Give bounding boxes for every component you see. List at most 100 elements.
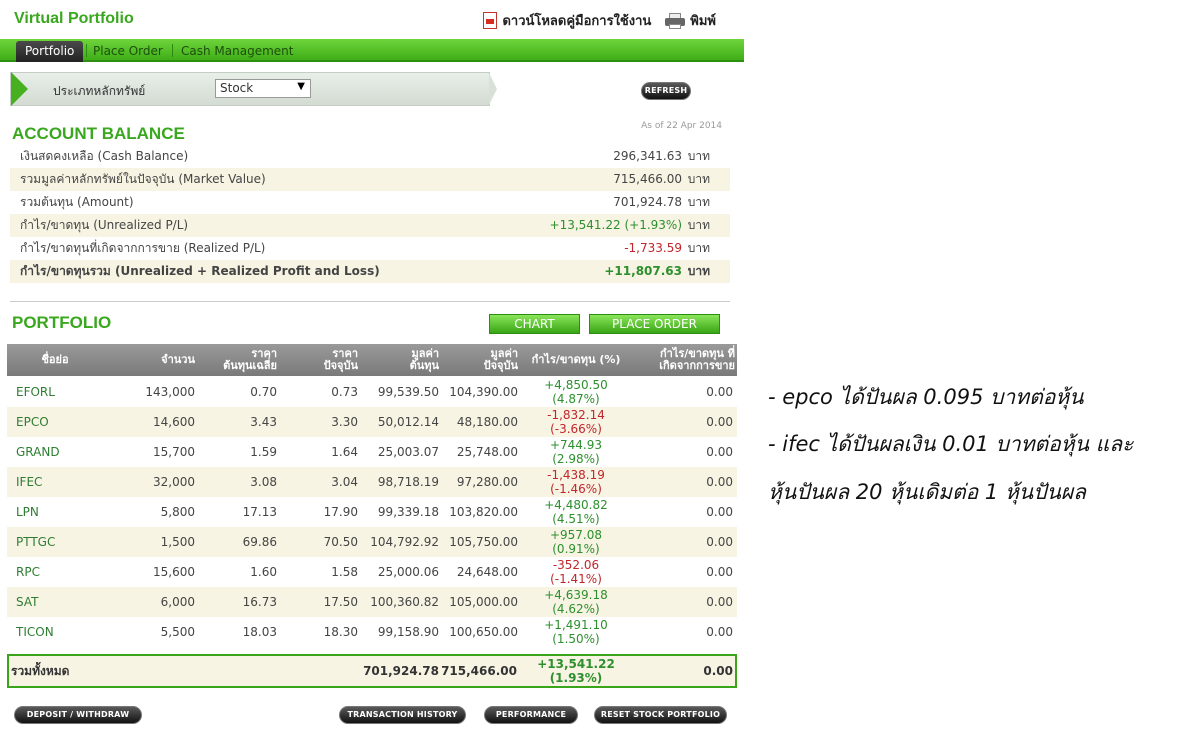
pl-amount: -352.06 <box>552 558 600 572</box>
table-row[interactable]: SAT 6,000 16.73 17.50 100,360.82 105,000… <box>7 587 737 617</box>
security-type-value: Stock <box>220 81 254 95</box>
cell-unrealized-pl: -352.06 (-1.41%) <box>523 557 629 587</box>
cell-volume: 15,700 <box>153 445 195 459</box>
pl-amount: -1,832.14 <box>547 408 605 422</box>
security-type-filter: ประเภทหลักทรัพย์ Stock ▼ <box>10 72 497 106</box>
security-type-select[interactable]: Stock ▼ <box>215 79 311 98</box>
cell-market-value: 25,748.00 <box>456 445 518 459</box>
refresh-button[interactable]: REFRESH <box>641 82 691 100</box>
cell-symbol[interactable]: LPN <box>16 497 106 527</box>
cell-cost-value: 99,339.18 <box>377 505 439 519</box>
app-title: Virtual Portfolio <box>14 10 134 27</box>
cell-symbol[interactable]: EPCO <box>16 407 106 437</box>
col-unrealized-pl[interactable]: กำไร/ขาดทุน (%) <box>523 344 629 376</box>
table-row[interactable]: GRAND 15,700 1.59 1.64 25,003.07 25,748.… <box>7 437 737 467</box>
total-pl-amount: +13,541.22 <box>537 657 615 671</box>
table-row[interactable]: LPN 5,800 17.13 17.90 99,339.18 103,820.… <box>7 497 737 527</box>
col-volume[interactable]: จำนวน <box>117 344 195 376</box>
col-realized-pl[interactable]: กำไร/ขาดทุน ที่ เกิดจากการขาย <box>639 344 735 376</box>
cell-volume: 5,800 <box>160 505 195 519</box>
cell-realized-pl: 0.00 <box>706 595 733 609</box>
tab-cash-management[interactable]: Cash Management <box>181 41 293 62</box>
cell-cost-value: 98,718.19 <box>377 475 439 489</box>
portfolio-table-header: ชื่อย่อ จำนวน ราคา ต้นทุนเฉลี่ย ราคา ปัจ… <box>7 344 737 376</box>
table-total-row: รวมทั้งหมด 701,924.78 715,466.00 +13,541… <box>7 654 737 688</box>
cell-volume: 5,500 <box>160 625 195 639</box>
balance-value: 296,341.63 <box>613 149 682 163</box>
cell-market-value: 97,280.00 <box>456 475 518 489</box>
pl-percent: (-3.66%) <box>550 422 602 436</box>
cell-price: 3.30 <box>331 415 358 429</box>
balance-label: เงินสดคงเหลือ (Cash Balance) <box>20 149 189 163</box>
cell-avg-cost: 3.08 <box>250 475 277 489</box>
balance-label: รวมต้นทุน (Amount) <box>20 195 134 209</box>
col-price[interactable]: ราคา ปัจจุบัน <box>287 344 358 376</box>
col-market-value[interactable]: มูลค่า ปัจจุบัน <box>447 344 518 376</box>
chart-button[interactable]: CHART <box>489 314 580 334</box>
total-unrealized-pl: +13,541.22 (1.93%) <box>523 656 629 686</box>
cell-avg-cost: 0.70 <box>250 385 277 399</box>
table-row[interactable]: TICON 5,500 18.03 18.30 99,158.90 100,65… <box>7 617 737 647</box>
cell-market-value: 24,648.00 <box>456 565 518 579</box>
cell-realized-pl: 0.00 <box>706 445 733 459</box>
cell-unrealized-pl: -1,832.14 (-3.66%) <box>523 407 629 437</box>
annotation-line-2: - ifec ได้ปันผลเงิน 0.01 บาทต่อหุ้น และ <box>768 432 1134 456</box>
cell-market-value: 104,390.00 <box>449 385 518 399</box>
cell-avg-cost: 17.13 <box>242 505 277 519</box>
cell-symbol[interactable]: RPC <box>16 557 106 587</box>
tab-place-order[interactable]: Place Order <box>93 41 163 62</box>
cell-price: 1.64 <box>331 445 358 459</box>
col-symbol[interactable]: ชื่อย่อ <box>15 344 95 376</box>
cell-cost-value: 25,000.06 <box>377 565 439 579</box>
col-cost-value[interactable]: มูลค่า ต้นทุน <box>362 344 439 376</box>
deposit-withdraw-button[interactable]: DEPOSIT / WITHDRAW <box>14 706 142 724</box>
pl-percent: (0.91%) <box>552 542 600 556</box>
table-row[interactable]: RPC 15,600 1.60 1.58 25,000.06 24,648.00… <box>7 557 737 587</box>
cell-symbol[interactable]: PTTGC <box>16 527 106 557</box>
cell-symbol[interactable]: IFEC <box>16 467 106 497</box>
download-manual-link[interactable]: ดาวน์โหลดคู่มือการใช้งาน <box>483 10 651 31</box>
pl-amount: +1,491.10 <box>544 618 608 632</box>
cell-symbol[interactable]: SAT <box>16 587 106 617</box>
pl-amount: +4,850.50 <box>544 378 608 392</box>
table-row[interactable]: EFORL 143,000 0.70 0.73 99,539.50 104,39… <box>7 377 737 407</box>
balance-unit: บาท <box>687 195 710 209</box>
cell-price: 0.73 <box>331 385 358 399</box>
print-link[interactable]: พิมพ์ <box>665 10 716 31</box>
performance-button[interactable]: PERFORMANCE <box>484 706 578 724</box>
pl-percent: (2.98%) <box>552 452 600 466</box>
col-avg-cost[interactable]: ราคา ต้นทุนเฉลี่ย <box>202 344 277 376</box>
security-type-label: ประเภทหลักทรัพย์ <box>53 84 146 98</box>
place-order-button[interactable]: PLACE ORDER <box>589 314 720 334</box>
cell-volume: 6,000 <box>160 595 195 609</box>
cell-volume: 143,000 <box>145 385 195 399</box>
pl-percent: (-1.46%) <box>550 482 602 496</box>
cell-symbol[interactable]: GRAND <box>16 437 106 467</box>
pl-amount: +957.08 <box>549 528 603 542</box>
table-row[interactable]: PTTGC 1,500 69.86 70.50 104,792.92 105,7… <box>7 527 737 557</box>
cell-symbol[interactable]: TICON <box>16 617 106 647</box>
as-of-date: As of 22 Apr 2014 <box>641 121 722 131</box>
reset-stock-portfolio-button[interactable]: RESET STOCK PORTFOLIO <box>594 706 727 724</box>
balance-unit: บาท <box>687 264 710 278</box>
dropdown-arrow-icon: ▼ <box>297 81 305 92</box>
table-row[interactable]: EPCO 14,600 3.43 3.30 50,012.14 48,180.0… <box>7 407 737 437</box>
balance-unit: บาท <box>687 241 710 255</box>
cell-price: 3.04 <box>331 475 358 489</box>
balance-label: กำไร/ขาดทุนรวม (Unrealized + Realized Pr… <box>20 264 380 278</box>
cell-symbol[interactable]: EFORL <box>16 377 106 407</box>
cell-realized-pl: 0.00 <box>706 475 733 489</box>
balance-row-realized: กำไร/ขาดทุนที่เกิดจากการขาย (Realized P/… <box>10 237 730 260</box>
balance-label: รวมมูลค่าหลักทรัพย์ในปัจจุบัน (Market Va… <box>20 172 266 186</box>
cell-avg-cost: 69.86 <box>242 535 277 549</box>
balance-row-market-value: รวมมูลค่าหลักทรัพย์ในปัจจุบัน (Market Va… <box>10 168 730 191</box>
tab-portfolio[interactable]: Portfolio <box>16 41 84 62</box>
cell-realized-pl: 0.00 <box>706 535 733 549</box>
cell-volume: 32,000 <box>153 475 195 489</box>
table-row[interactable]: IFEC 32,000 3.08 3.04 98,718.19 97,280.0… <box>7 467 737 497</box>
transaction-history-button[interactable]: TRANSACTION HISTORY <box>339 706 466 724</box>
annotation-line-1: - epco ได้ปันผล 0.095 บาทต่อหุ้น <box>768 385 1084 409</box>
balance-value: -1,733.59 <box>624 241 682 255</box>
nav-bar: Portfolio Place Order Cash Management <box>0 39 744 62</box>
balance-unit: บาท <box>687 218 710 232</box>
